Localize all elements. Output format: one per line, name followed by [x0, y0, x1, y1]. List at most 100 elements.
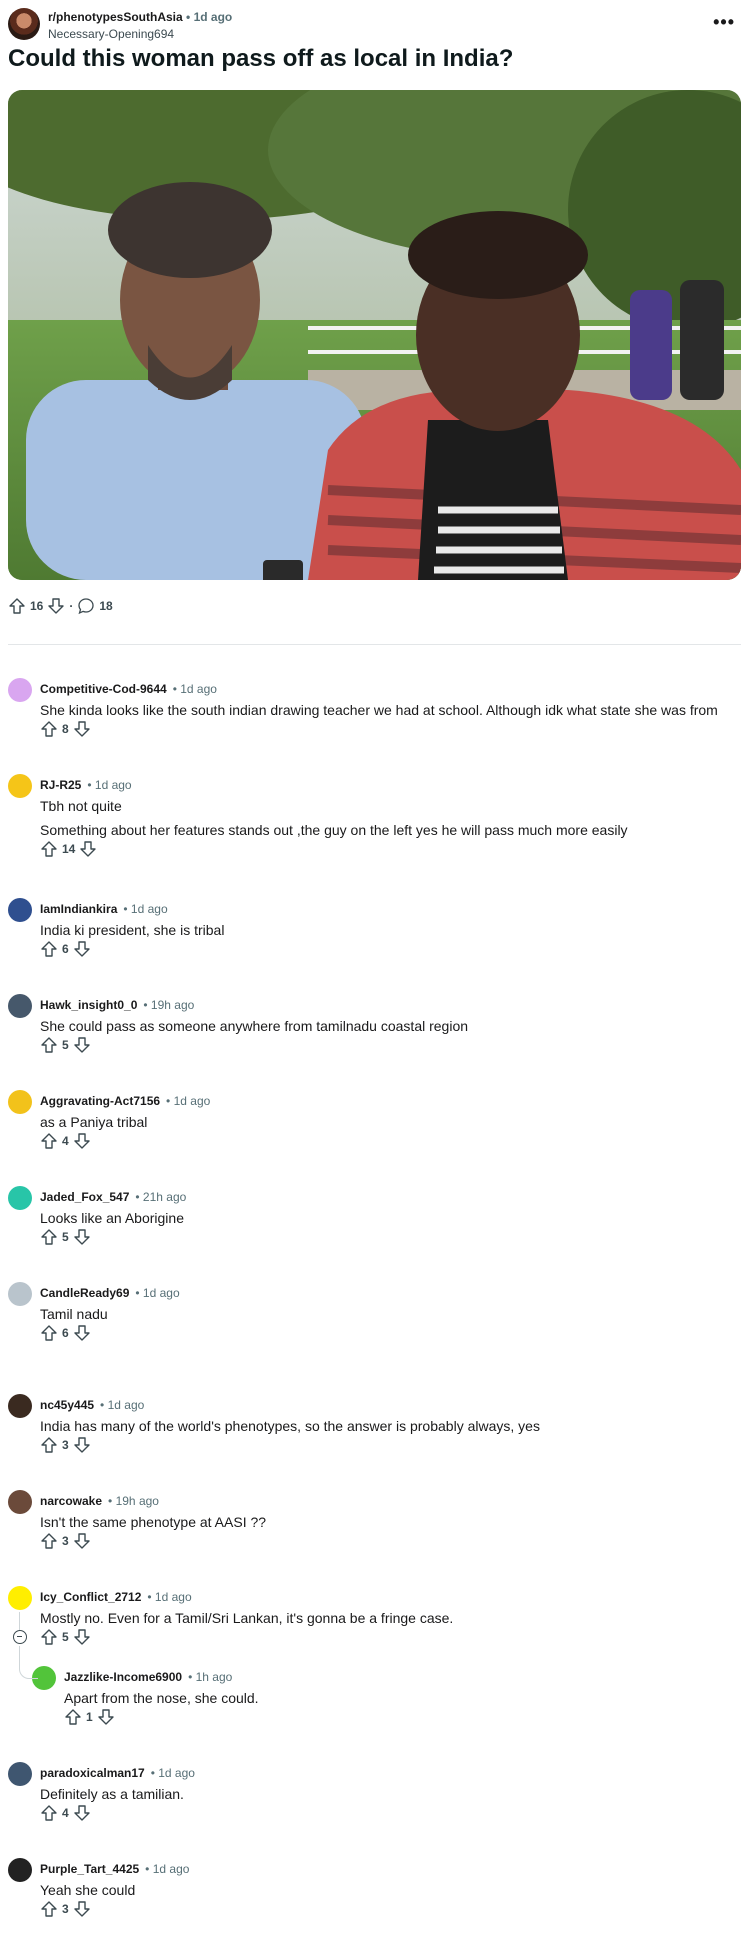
comment-vote-bar: 4 [40, 1132, 91, 1150]
comment-vote-count: 14 [62, 842, 76, 856]
upvote-arrow-icon[interactable] [40, 1628, 58, 1646]
avatar[interactable] [8, 1858, 32, 1882]
avatar[interactable] [8, 1762, 32, 1786]
subreddit-name[interactable]: r/phenotypesSouthAsia [48, 10, 183, 24]
comment-text: Tamil nadu [40, 1306, 108, 1322]
downvote-arrow-icon[interactable] [73, 1036, 91, 1054]
post-action-bar: 16 · 18 [8, 596, 113, 616]
upvote-arrow-icon[interactable] [40, 1804, 58, 1822]
comment-author-line: Competitive-Cod-9644 • 1d ago [40, 682, 217, 696]
comment-author-line: Icy_Conflict_2712 • 1d ago [40, 1590, 192, 1604]
more-options-icon[interactable]: ••• [713, 12, 735, 33]
upvote-arrow-icon[interactable] [40, 720, 58, 738]
comment-vote-count: 3 [62, 1534, 69, 1548]
comment-vote-count: 6 [62, 1326, 69, 1340]
comment-author-line: Jaded_Fox_547 • 21h ago [40, 1190, 186, 1204]
comment-author[interactable]: Aggravating-Act7156 [40, 1094, 160, 1108]
upvote-arrow-icon[interactable] [64, 1708, 82, 1726]
comment-author[interactable]: Competitive-Cod-9644 [40, 682, 167, 696]
comment-text: Apart from the nose, she could. [64, 1690, 259, 1706]
subreddit-avatar[interactable] [8, 8, 40, 40]
comment-author[interactable]: nc45y445 [40, 1398, 94, 1412]
comment-vote-count: 3 [62, 1438, 69, 1452]
comment-author[interactable]: Hawk_insight0_0 [40, 998, 137, 1012]
comment-author[interactable]: Jazzlike-Income6900 [64, 1670, 182, 1684]
avatar[interactable] [8, 1394, 32, 1418]
upvote-arrow-icon[interactable] [40, 940, 58, 958]
downvote-arrow-icon[interactable] [73, 940, 91, 958]
comment-text: Isn't the same phenotype at AASI ?? [40, 1514, 267, 1530]
upvote-arrow-icon[interactable] [40, 1228, 58, 1246]
upvote-arrow-icon[interactable] [40, 1532, 58, 1550]
avatar[interactable] [8, 1586, 32, 1610]
upvote-arrow-icon[interactable] [40, 1132, 58, 1150]
downvote-arrow-icon[interactable] [73, 1132, 91, 1150]
comment-text: as a Paniya tribal [40, 1114, 148, 1130]
post-author[interactable]: Necessary-Opening694 [48, 27, 174, 41]
comment-vote-count: 5 [62, 1630, 69, 1644]
downvote-arrow-icon[interactable] [73, 1804, 91, 1822]
upvote-arrow-icon[interactable] [40, 1324, 58, 1342]
comment-text: Looks like an Aborigine [40, 1210, 184, 1226]
downvote-arrow-icon[interactable] [73, 1532, 91, 1550]
downvote-arrow-icon[interactable] [73, 1228, 91, 1246]
avatar[interactable] [8, 1490, 32, 1514]
comment-author-line: RJ-R25 • 1d ago [40, 778, 132, 792]
comment-time: • 19h ago [108, 1494, 159, 1508]
avatar[interactable] [8, 1282, 32, 1306]
comment-time: • 21h ago [135, 1190, 187, 1204]
post-image[interactable] [8, 90, 741, 580]
comment-vote-count: 5 [62, 1230, 69, 1244]
upvote-arrow-icon[interactable] [40, 840, 58, 858]
comment-vote-count: 8 [62, 722, 69, 736]
post-comment-count[interactable]: 18 [99, 599, 112, 613]
comment-vote-count: 6 [62, 942, 69, 956]
comment-author[interactable]: RJ-R25 [40, 778, 81, 792]
collapse-minus-icon[interactable] [13, 1630, 27, 1644]
comment-vote-bar: 5 [40, 1628, 91, 1646]
upvote-arrow-icon[interactable] [8, 597, 26, 615]
post-time: 1d ago [193, 10, 233, 24]
comment-time: • 1d ago [135, 1286, 180, 1300]
downvote-arrow-icon[interactable] [97, 1708, 115, 1726]
comment-time: • 1d ago [172, 682, 217, 696]
comment-author[interactable]: Purple_Tart_4425 [40, 1862, 139, 1876]
comment-author[interactable]: paradoxicalman17 [40, 1766, 145, 1780]
comment-author[interactable]: narcowake [40, 1494, 102, 1508]
post-upvote-count: 16 [30, 599, 44, 613]
comment-time: • 1h ago [188, 1670, 233, 1684]
downvote-arrow-icon[interactable] [79, 840, 97, 858]
post-header: r/phenotypesSouthAsia • 1d ago Necessary… [8, 8, 735, 44]
avatar[interactable] [8, 678, 32, 702]
comment-time: • 1d ago [147, 1590, 192, 1604]
comment-author[interactable]: IamIndiankira [40, 902, 117, 916]
downvote-arrow-icon[interactable] [73, 1628, 91, 1646]
comment-time: • 19h ago [143, 998, 195, 1012]
comment-author[interactable]: Jaded_Fox_547 [40, 1190, 129, 1204]
speech-bubble-icon[interactable] [77, 597, 95, 615]
downvote-arrow-icon[interactable] [73, 720, 91, 738]
comment-vote-count: 3 [62, 1902, 69, 1916]
downvote-arrow-icon[interactable] [47, 597, 65, 615]
comment-text: She could pass as someone anywhere from … [40, 1018, 469, 1034]
downvote-arrow-icon[interactable] [73, 1900, 91, 1918]
comment-author-line: Jazzlike-Income6900 • 1h ago [64, 1670, 232, 1684]
avatar[interactable] [8, 1186, 32, 1210]
comment-vote-bar: 3 [40, 1532, 91, 1550]
avatar[interactable] [8, 994, 32, 1018]
avatar[interactable] [8, 898, 32, 922]
downvote-arrow-icon[interactable] [73, 1436, 91, 1454]
comment-text: Tbh not quite [40, 798, 122, 814]
comment-author[interactable]: Icy_Conflict_2712 [40, 1590, 141, 1604]
upvote-arrow-icon[interactable] [40, 1436, 58, 1454]
comment-author[interactable]: CandleReady69 [40, 1286, 129, 1300]
upvote-arrow-icon[interactable] [40, 1900, 58, 1918]
comment-time: • 1d ago [166, 1094, 211, 1108]
comment-vote-bar: 5 [40, 1228, 91, 1246]
downvote-arrow-icon[interactable] [73, 1324, 91, 1342]
comment-author-line: Purple_Tart_4425 • 1d ago [40, 1862, 189, 1876]
avatar[interactable] [8, 1090, 32, 1114]
comment-vote-bar: 4 [40, 1804, 91, 1822]
upvote-arrow-icon[interactable] [40, 1036, 58, 1054]
avatar[interactable] [8, 774, 32, 798]
